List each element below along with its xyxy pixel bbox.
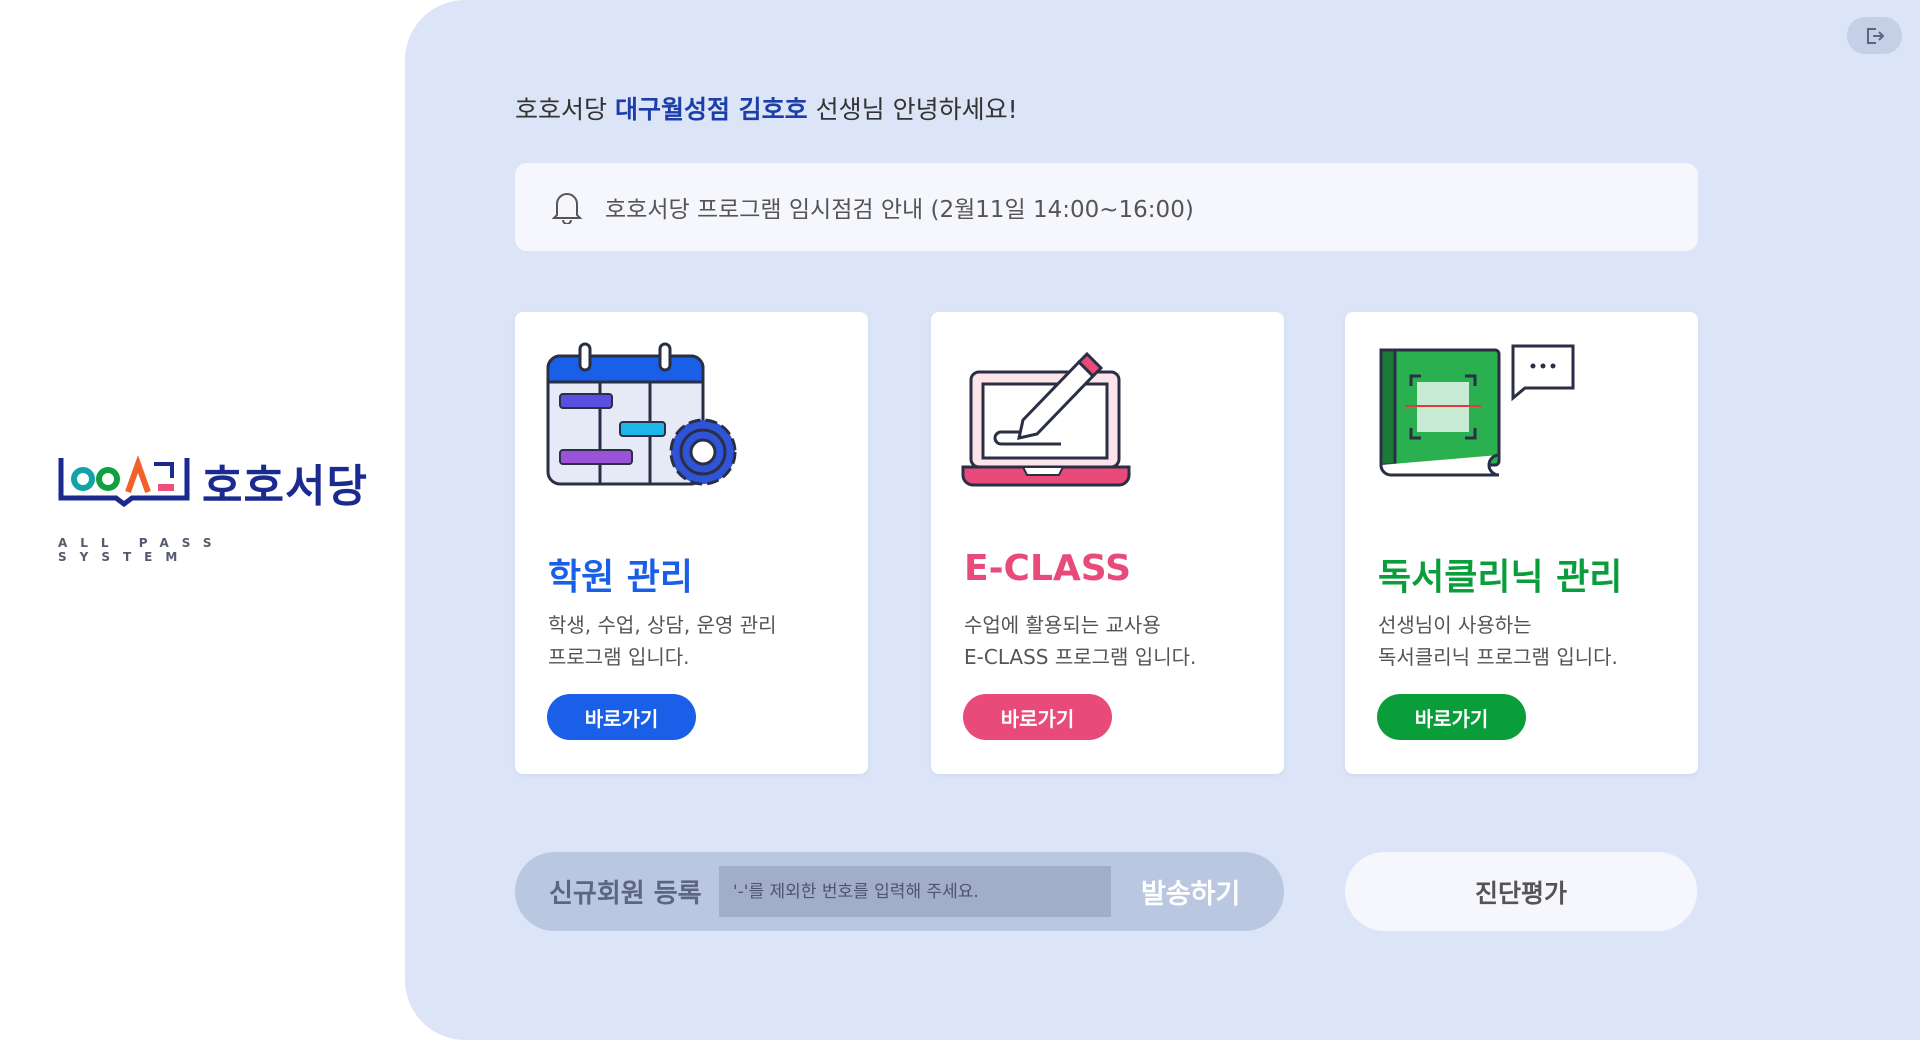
logo-tagline: ALL PASS SYSTEM bbox=[58, 536, 225, 564]
calendar-gear-icon bbox=[546, 342, 737, 486]
card-description: 선생님이 사용하는 독서클리닉 프로그램 입니다. bbox=[1378, 613, 1618, 669]
register-label: 신규회원 등록 bbox=[549, 879, 702, 909]
card-eclass: E-CLASS 수업에 활용되는 교사용 E-CLASS 프로그램 입니다. 바… bbox=[931, 312, 1284, 774]
card-reading-clinic: 독서클리닉 관리 선생님이 사용하는 독서클리닉 프로그램 입니다. 바로가기 bbox=[1345, 312, 1698, 774]
greeting-prefix: 호호서당 bbox=[515, 95, 615, 124]
go-academy-button[interactable]: 바로가기 bbox=[547, 694, 696, 740]
logout-button[interactable] bbox=[1847, 17, 1902, 54]
card-title: E-CLASS bbox=[964, 548, 1131, 589]
notice-text: 호호서당 프로그램 임시점검 안내 (2월11일 14:00~16:00) bbox=[605, 197, 1194, 223]
new-member-registration: 신규회원 등록 발송하기 bbox=[515, 852, 1284, 931]
book-chat-icon bbox=[1379, 344, 1575, 477]
laptop-pencil-icon bbox=[961, 351, 1131, 487]
logout-icon bbox=[1866, 27, 1884, 44]
card-academy-management: 학원 관리 학생, 수업, 상담, 운영 관리 프로그램 입니다. 바로가기 bbox=[515, 312, 868, 774]
card-title: 독서클리닉 관리 bbox=[1378, 557, 1623, 598]
card-title: 학원 관리 bbox=[548, 557, 694, 598]
greeting-name: 대구월성점 김호호 bbox=[614, 95, 808, 124]
send-button[interactable]: 발송하기 bbox=[1141, 872, 1240, 911]
diagnosis-button[interactable]: 진단평가 bbox=[1345, 852, 1697, 931]
greeting: 호호서당 대구월성점 김호호 선생님 안녕하세요! bbox=[515, 90, 1018, 126]
logo: 호호서당 ALL PASS SYSTEM bbox=[58, 450, 368, 564]
card-description: 수업에 활용되는 교사용 E-CLASS 프로그램 입니다. bbox=[964, 613, 1197, 669]
greeting-suffix: 선생님 안녕하세요! bbox=[807, 95, 1018, 124]
phone-number-input[interactable] bbox=[719, 866, 1111, 917]
go-eclass-button[interactable]: 바로가기 bbox=[963, 694, 1112, 740]
go-reading-clinic-button[interactable]: 바로가기 bbox=[1377, 694, 1526, 740]
main-panel: 호호서당 대구월성점 김호호 선생님 안녕하세요! 호호서당 프로그램 임시점검… bbox=[405, 0, 1920, 1040]
card-description: 학생, 수업, 상담, 운영 관리 프로그램 입니다. bbox=[548, 613, 777, 669]
bell-icon bbox=[551, 193, 583, 224]
logo-brand: 호호서당 bbox=[202, 461, 368, 512]
logo-mark-icon bbox=[58, 456, 190, 508]
notice-bar[interactable]: 호호서당 프로그램 임시점검 안내 (2월11일 14:00~16:00) bbox=[515, 163, 1698, 251]
